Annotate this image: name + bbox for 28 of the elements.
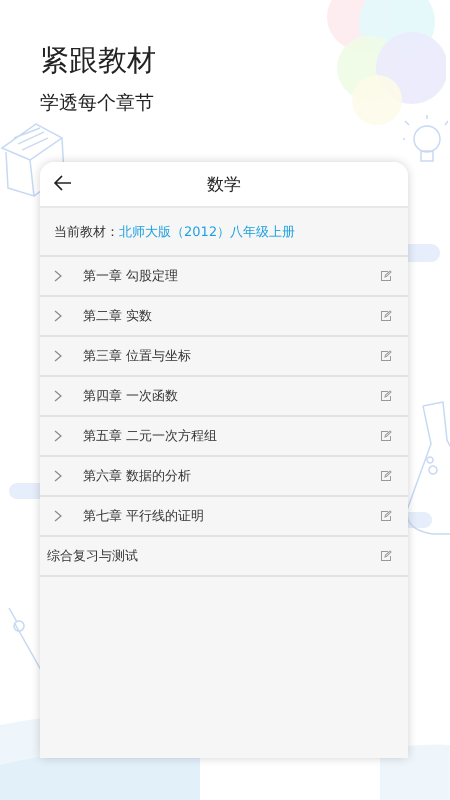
chapter-row[interactable]: 第四章 一次函数: [40, 377, 408, 417]
chapter-row[interactable]: 第六章 数据的分析: [40, 457, 408, 497]
chapter-row[interactable]: 第二章 实数: [40, 297, 408, 337]
edit-icon[interactable]: [380, 390, 392, 402]
edit-icon[interactable]: [380, 350, 392, 362]
chevron-right-icon: [54, 270, 62, 282]
textbook-label: 当前教材：: [54, 224, 119, 240]
edit-icon[interactable]: [380, 510, 392, 522]
chevron-right-icon: [54, 310, 62, 322]
back-arrow-icon[interactable]: [54, 175, 72, 191]
chapter-row[interactable]: 第五章 二元一次方程组: [40, 417, 408, 457]
chevron-right-icon: [54, 430, 62, 442]
edit-icon[interactable]: [380, 550, 392, 562]
edit-icon[interactable]: [380, 470, 392, 482]
chevron-right-icon: [54, 470, 62, 482]
chevron-right-icon: [54, 390, 62, 402]
edit-icon[interactable]: [380, 430, 392, 442]
chapter-row[interactable]: 综合复习与测试: [40, 537, 408, 577]
chapter-row[interactable]: 第三章 位置与坐标: [40, 337, 408, 377]
chapter-row[interactable]: 第七章 平行线的证明: [40, 497, 408, 537]
card-title: 数学: [207, 174, 241, 196]
edit-icon[interactable]: [380, 270, 392, 282]
chevron-right-icon: [54, 510, 62, 522]
edit-icon[interactable]: [380, 310, 392, 322]
headline: 紧跟教材: [40, 42, 157, 78]
chapter-row[interactable]: 第一章 勾股定理: [40, 257, 408, 297]
subtitle: 学透每个章节: [40, 91, 155, 116]
chevron-right-icon: [54, 350, 62, 362]
